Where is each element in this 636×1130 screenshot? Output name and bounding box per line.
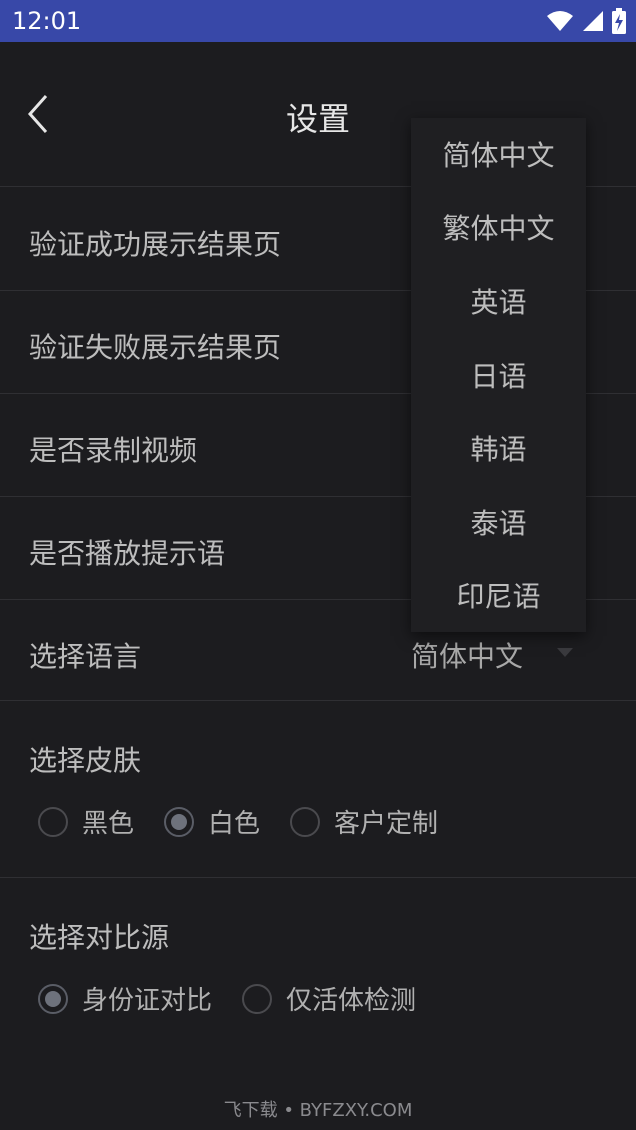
dropdown-item-traditional-chinese[interactable]: 繁体中文 [411, 207, 586, 247]
skin-option-white[interactable]: 白色 [164, 803, 260, 840]
status-bar: 12:01 [0, 0, 636, 42]
radio-button-checked[interactable] [38, 983, 68, 1014]
skin-label: 选择皮肤 [29, 744, 142, 777]
setting-label: 是否录制视频 [29, 434, 198, 467]
setting-label: 是否播放提示语 [29, 537, 226, 570]
watermark: 飞下载 • BYFZXY.COM [223, 1100, 413, 1121]
signal-icon [583, 11, 603, 31]
dropdown-item-korean[interactable]: 韩语 [411, 428, 586, 468]
dropdown-item-thai[interactable]: 泰语 [411, 502, 586, 542]
compare-option-idcard[interactable]: 身份证对比 [38, 980, 212, 1017]
status-icons [546, 7, 626, 35]
setting-row-skin: 选择皮肤 黑色 白色 客户定制 [0, 700, 636, 877]
dropdown-item-simplified-chinese[interactable]: 简体中文 [411, 134, 586, 174]
wifi-icon [547, 11, 573, 31]
language-label: 选择语言 [29, 640, 142, 673]
radio-button[interactable] [290, 806, 321, 837]
battery-icon [612, 8, 626, 34]
setting-label: 验证成功展示结果页 [29, 228, 282, 261]
language-dropdown-menu: 简体中文 繁体中文 英语 日语 韩语 泰语 印尼语 [411, 118, 586, 632]
language-select[interactable]: 简体中文 [411, 635, 523, 675]
radio-button[interactable] [38, 806, 68, 837]
radio-label: 黑色 [82, 809, 135, 839]
status-time: 12:01 [12, 7, 82, 35]
radio-button-checked[interactable] [164, 806, 195, 837]
radio-label: 身份证对比 [82, 986, 213, 1016]
caret-down-icon[interactable] [557, 648, 573, 657]
radio-label: 客户定制 [334, 809, 439, 839]
skin-option-black[interactable]: 黑色 [38, 803, 134, 840]
radio-label: 仅活体检测 [286, 986, 417, 1016]
skin-radio-group: 黑色 白色 客户定制 [38, 803, 468, 840]
compare-source-label: 选择对比源 [29, 921, 170, 954]
skin-option-custom[interactable]: 客户定制 [290, 803, 438, 840]
compare-radio-group: 身份证对比 仅活体检测 [38, 980, 446, 1017]
dropdown-item-japanese[interactable]: 日语 [411, 355, 586, 395]
setting-label: 验证失败展示结果页 [29, 331, 282, 364]
compare-option-liveness[interactable]: 仅活体检测 [242, 980, 416, 1017]
setting-row-compare-source: 选择对比源 身份证对比 仅活体检测 [0, 877, 636, 1058]
radio-button[interactable] [242, 983, 273, 1014]
radio-label: 白色 [208, 809, 261, 839]
dropdown-item-english[interactable]: 英语 [411, 281, 586, 321]
dropdown-item-indonesian[interactable]: 印尼语 [411, 575, 586, 615]
